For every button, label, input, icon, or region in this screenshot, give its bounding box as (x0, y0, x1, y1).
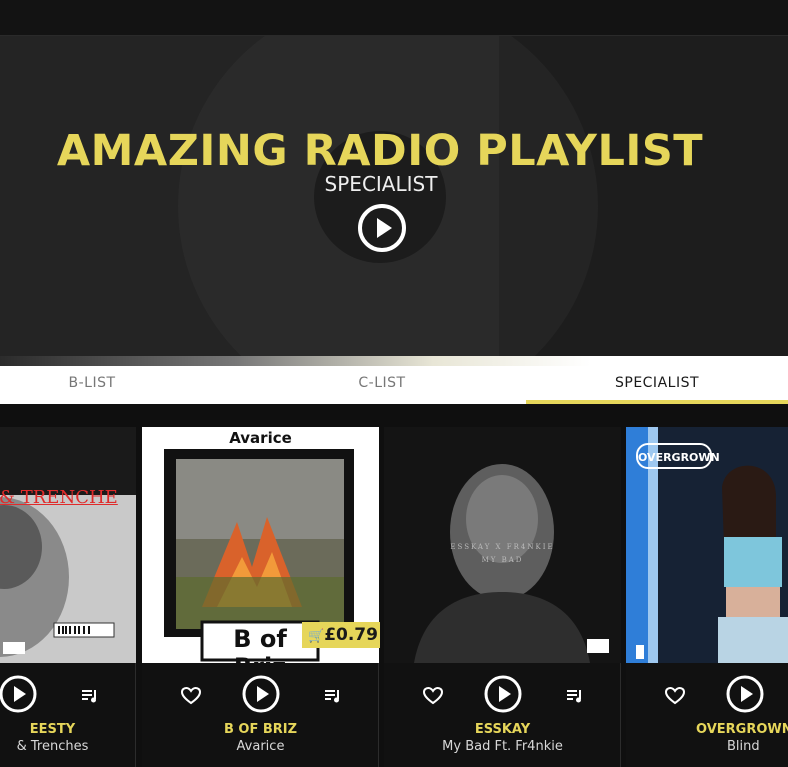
album-art[interactable]: OVERGROWN (626, 427, 788, 663)
track-panel: ESSKAY My Bad Ft. Fr4nkie (384, 663, 621, 767)
track-title: Blind (727, 739, 760, 754)
track-artist[interactable]: OVERGROWN (696, 722, 788, 737)
track-title: My Bad Ft. Fr4nkie (442, 739, 563, 754)
track-card: & TRENCHE EESTY & Trenches (0, 427, 136, 767)
heart-icon[interactable] (422, 685, 444, 707)
price-value: £0.79 (324, 625, 378, 645)
parental-advisory-icon (3, 642, 25, 654)
hero-play-icon[interactable] (357, 203, 407, 253)
parental-advisory-icon (636, 645, 644, 659)
queue-icon[interactable] (564, 685, 586, 707)
heart-icon[interactable] (664, 685, 686, 707)
track-panel: EESTY & Trenches (0, 663, 136, 767)
play-icon[interactable] (483, 674, 523, 714)
track-artist[interactable]: EESTY (0, 722, 136, 737)
album-art-line2: MY BAD (481, 556, 524, 564)
track-title: Avarice (236, 739, 285, 754)
track-artist[interactable]: B OF BRIZ (142, 722, 379, 737)
queue-icon[interactable] (322, 685, 344, 707)
album-art[interactable]: ESSKAY X FR4NKIE MY BAD (384, 427, 621, 663)
gradient-divider (0, 356, 788, 366)
hero-subtitle: SPECIALIST (324, 172, 438, 196)
play-icon[interactable] (241, 674, 281, 714)
hero-title: AMAZING RADIO PLAYLIST (56, 126, 704, 176)
play-icon[interactable] (0, 674, 38, 714)
track-card: Avarice B of Briz 🛒£0.79 B OF BRIZ Avari… (142, 427, 380, 767)
track-panel: B OF BRIZ Avarice (142, 663, 379, 767)
track-carousel: & TRENCHE EESTY & Trenches Avarice B of … (0, 404, 788, 767)
playlist-tabs: B-LIST C-LIST SPECIALIST (0, 366, 788, 404)
tab-b-list[interactable]: B-LIST (0, 366, 184, 404)
play-icon[interactable] (725, 674, 765, 714)
track-card: OVERGROWN OVERGROWN Blind (626, 427, 788, 767)
queue-icon[interactable] (79, 685, 101, 707)
album-art-text: & TRENCHE (0, 487, 118, 508)
parental-advisory-icon (587, 639, 609, 653)
album-artist-text: B of Briz (233, 625, 287, 663)
hero-banner: AMAZING RADIO PLAYLIST SPECIALIST (0, 36, 788, 356)
album-art[interactable]: & TRENCHE (0, 427, 136, 663)
track-artist[interactable]: ESSKAY (384, 722, 621, 737)
heart-icon[interactable] (180, 685, 202, 707)
cart-icon: 🛒 (308, 629, 325, 644)
track-title: & Trenches (16, 739, 89, 754)
tab-c-list[interactable]: C-LIST (290, 366, 474, 404)
album-art-logo: OVERGROWN (636, 443, 720, 469)
tab-specialist[interactable]: SPECIALIST (526, 366, 788, 404)
track-card: ESSKAY X FR4NKIE MY BAD ESSKAY My Bad Ft… (384, 427, 621, 767)
buy-price-button[interactable]: 🛒£0.79 (302, 622, 380, 648)
album-art-line1: ESSKAY X FR4NKIE (450, 543, 555, 551)
top-bar (0, 0, 788, 36)
album-title-text: Avarice (229, 429, 292, 447)
track-panel: OVERGROWN Blind (626, 663, 788, 767)
